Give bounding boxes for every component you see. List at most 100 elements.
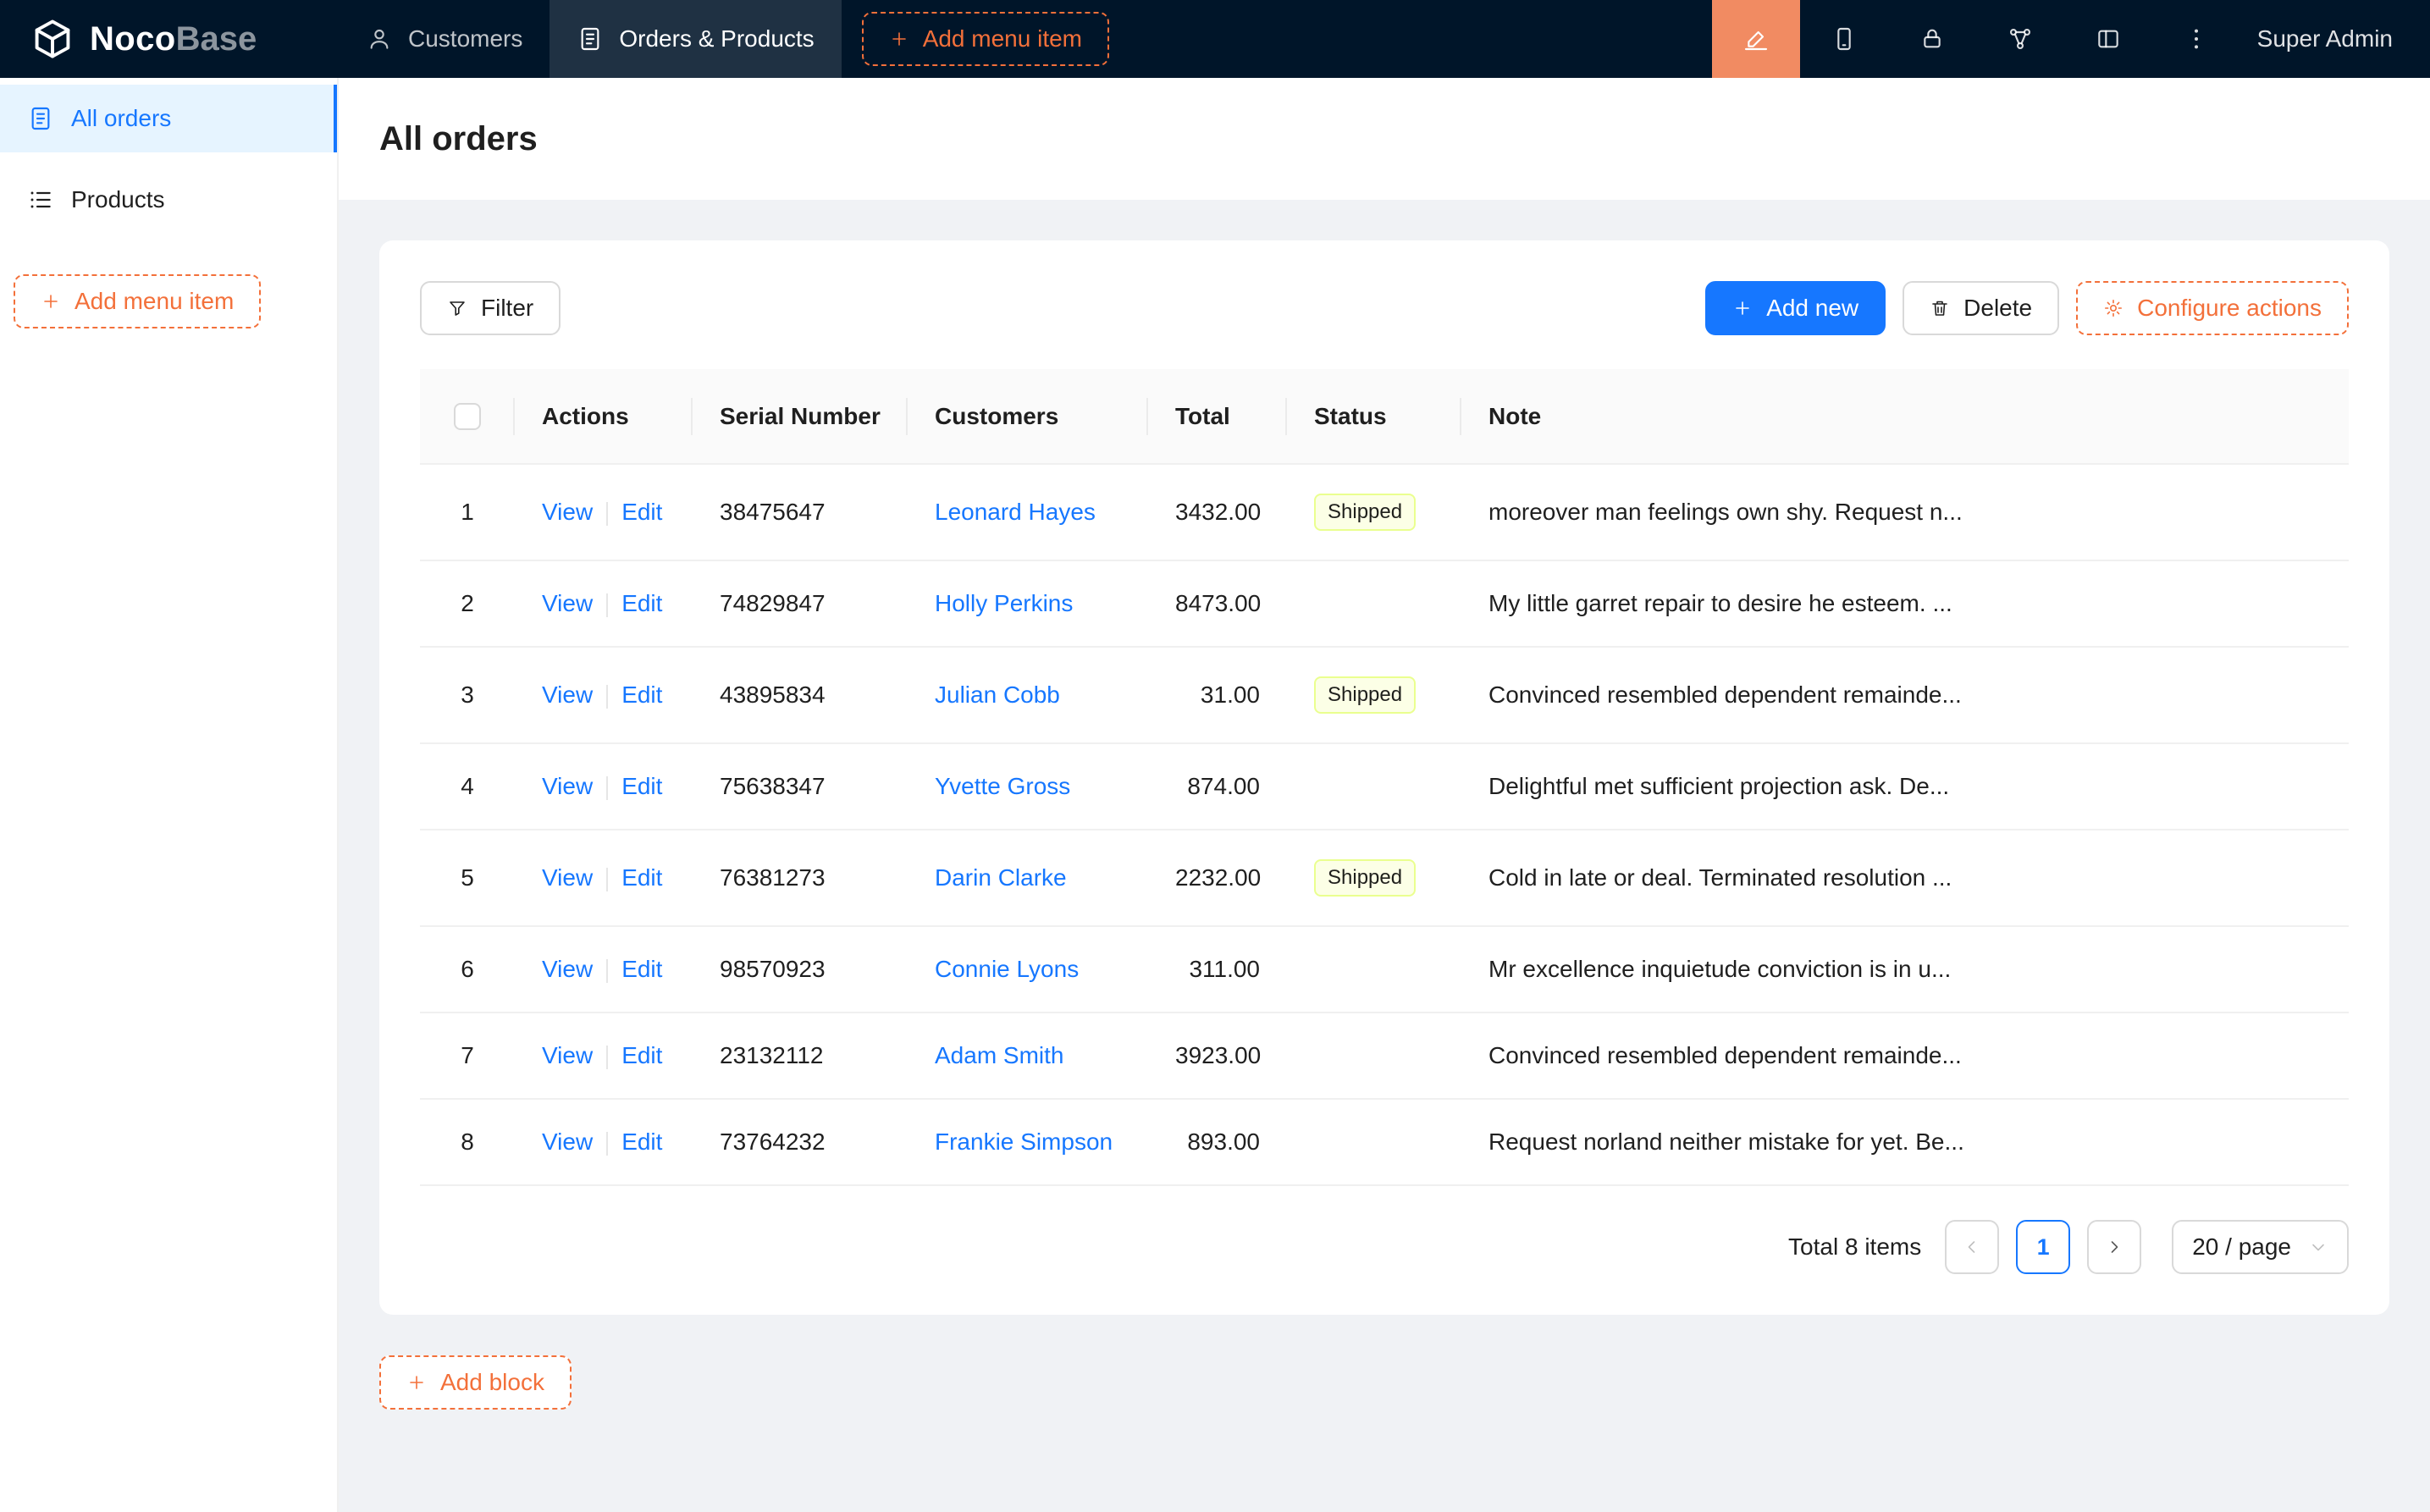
view-link[interactable]: View xyxy=(542,590,593,616)
edit-link[interactable]: Edit xyxy=(621,956,662,982)
sidebar-item-all-orders[interactable]: All orders xyxy=(0,85,337,152)
view-link[interactable]: View xyxy=(542,1128,593,1155)
edit-link[interactable]: Edit xyxy=(621,1042,662,1068)
customer-cell: Frankie Simpson xyxy=(908,1099,1148,1185)
chevron-right-icon xyxy=(2104,1237,2124,1257)
page-size-value: 20 / page xyxy=(2192,1233,2291,1261)
status-tag: Shipped xyxy=(1314,676,1416,714)
action-divider xyxy=(606,868,608,891)
serial-cell: 23132112 xyxy=(693,1013,908,1099)
mobile-button[interactable] xyxy=(1800,0,1888,78)
row-index-cell: 3 xyxy=(420,647,515,743)
serial-cell: 76381273 xyxy=(693,830,908,926)
total-cell: 3923.00 xyxy=(1148,1013,1287,1099)
table-row: 8 ViewEdit 73764232 Frankie Simpson 893.… xyxy=(420,1099,2349,1185)
layout-button[interactable] xyxy=(2064,0,2152,78)
share-nodes-button[interactable] xyxy=(1976,0,2064,78)
ui-editor-button[interactable] xyxy=(1712,0,1800,78)
customer-cell: Adam Smith xyxy=(908,1013,1148,1099)
actions-cell: View Edit xyxy=(515,647,693,743)
note-cell: Cold in late or deal. Terminated resolut… xyxy=(1461,830,2349,926)
status-cell: Shipped xyxy=(1287,464,1461,560)
actions-cell: View Edit xyxy=(515,560,693,647)
customer-link[interactable]: Holly Perkins xyxy=(935,590,1073,616)
sidebar-item-products[interactable]: Products xyxy=(0,166,337,234)
edit-link[interactable]: Edit xyxy=(621,590,662,616)
customer-link[interactable]: Darin Clarke xyxy=(935,864,1067,891)
view-link[interactable]: View xyxy=(542,1042,593,1068)
action-divider xyxy=(606,593,608,617)
edit-link[interactable]: Edit xyxy=(621,499,662,525)
note-cell: My little garret repair to desire he est… xyxy=(1461,560,2349,647)
configure-actions-button[interactable]: Configure actions xyxy=(2076,281,2349,335)
plus-icon xyxy=(41,291,61,312)
view-link[interactable]: View xyxy=(542,682,593,708)
table-row: 3 ViewEdit 43895834 Julian Cobb 31.00 Sh… xyxy=(420,647,2349,743)
lock-button[interactable] xyxy=(1888,0,1976,78)
select-all-checkbox[interactable] xyxy=(454,403,481,430)
logo[interactable]: NocoBase xyxy=(0,0,339,78)
add-block-label: Add block xyxy=(440,1369,544,1396)
add-block-button[interactable]: Add block xyxy=(379,1355,572,1410)
total-cell: 8473.00 xyxy=(1148,560,1287,647)
select-all-header xyxy=(420,369,515,464)
sidebar: All orders Products Add menu item xyxy=(0,78,339,1512)
add-menu-item-button-sidebar[interactable]: Add menu item xyxy=(14,274,261,328)
pagination-page-button[interactable]: 1 xyxy=(2016,1220,2070,1274)
customer-link[interactable]: Julian Cobb xyxy=(935,682,1060,708)
filter-button[interactable]: Filter xyxy=(420,281,561,335)
pagination-next-button[interactable] xyxy=(2087,1220,2141,1274)
nav-tab-orders-products[interactable]: Orders & Products xyxy=(550,0,841,78)
customer-link[interactable]: Frankie Simpson xyxy=(935,1128,1113,1155)
edit-link[interactable]: Edit xyxy=(621,682,662,708)
row-index-cell: 5 xyxy=(420,830,515,926)
add-menu-item-button-header[interactable]: Add menu item xyxy=(862,12,1109,66)
toolbar-actions: Add new Delete Configure actions xyxy=(1705,281,2349,335)
main-area: All orders Filter Add new xyxy=(339,78,2430,1512)
logo-text: NocoBase xyxy=(90,20,257,58)
nav-tab-customers[interactable]: Customers xyxy=(339,0,550,78)
row-index-cell: 2 xyxy=(420,560,515,647)
actions-cell: View Edit xyxy=(515,926,693,1013)
customer-cell: Julian Cobb xyxy=(908,647,1148,743)
note-cell: Convinced resembled dependent remainde..… xyxy=(1461,1013,2349,1099)
edit-link[interactable]: Edit xyxy=(621,864,662,891)
edit-link[interactable]: Edit xyxy=(621,1128,662,1155)
serial-cell: 74829847 xyxy=(693,560,908,647)
total-cell: 2232.00 xyxy=(1148,830,1287,926)
status-tag: Shipped xyxy=(1314,859,1416,897)
total-cell: 874.00 xyxy=(1148,743,1287,830)
column-header-customers: Customers xyxy=(908,369,1148,464)
delete-button[interactable]: Delete xyxy=(1903,281,2059,335)
table-row: 1 ViewEdit 38475647 Leonard Hayes 3432.0… xyxy=(420,464,2349,560)
actions-cell: View Edit xyxy=(515,1099,693,1185)
row-index-cell: 8 xyxy=(420,1099,515,1185)
delete-label: Delete xyxy=(1963,295,2032,322)
view-link[interactable]: View xyxy=(542,864,593,891)
row-index: 8 xyxy=(461,1128,474,1155)
actions-cell: View Edit xyxy=(515,830,693,926)
action-divider xyxy=(606,502,608,526)
page-size-select[interactable]: 20 / page xyxy=(2172,1220,2349,1274)
edit-link[interactable]: Edit xyxy=(621,773,662,799)
action-divider xyxy=(606,1132,608,1156)
pagination-prev-button[interactable] xyxy=(1945,1220,1999,1274)
view-link[interactable]: View xyxy=(542,956,593,982)
table-row: 5 View Edit 76381273 Darin Clarke 2232.00… xyxy=(420,830,2349,926)
customer-link[interactable]: Connie Lyons xyxy=(935,956,1079,982)
list-icon xyxy=(27,186,54,213)
customer-link[interactable]: Adam Smith xyxy=(935,1042,1064,1068)
more-button[interactable] xyxy=(2152,0,2240,78)
lock-icon xyxy=(1919,25,1946,52)
plus-icon xyxy=(889,29,909,49)
chevron-left-icon xyxy=(1962,1237,1982,1257)
view-link[interactable]: View xyxy=(542,773,593,799)
user-menu[interactable]: Super Admin xyxy=(2240,0,2430,78)
customer-link[interactable]: Yvette Gross xyxy=(935,773,1070,799)
status-cell xyxy=(1287,743,1461,830)
add-new-button[interactable]: Add new xyxy=(1705,281,1886,335)
filter-icon xyxy=(447,298,467,318)
customer-link[interactable]: Leonard Hayes xyxy=(935,499,1096,525)
view-link[interactable]: View xyxy=(542,499,593,525)
row-index-cell: 7 xyxy=(420,1013,515,1099)
